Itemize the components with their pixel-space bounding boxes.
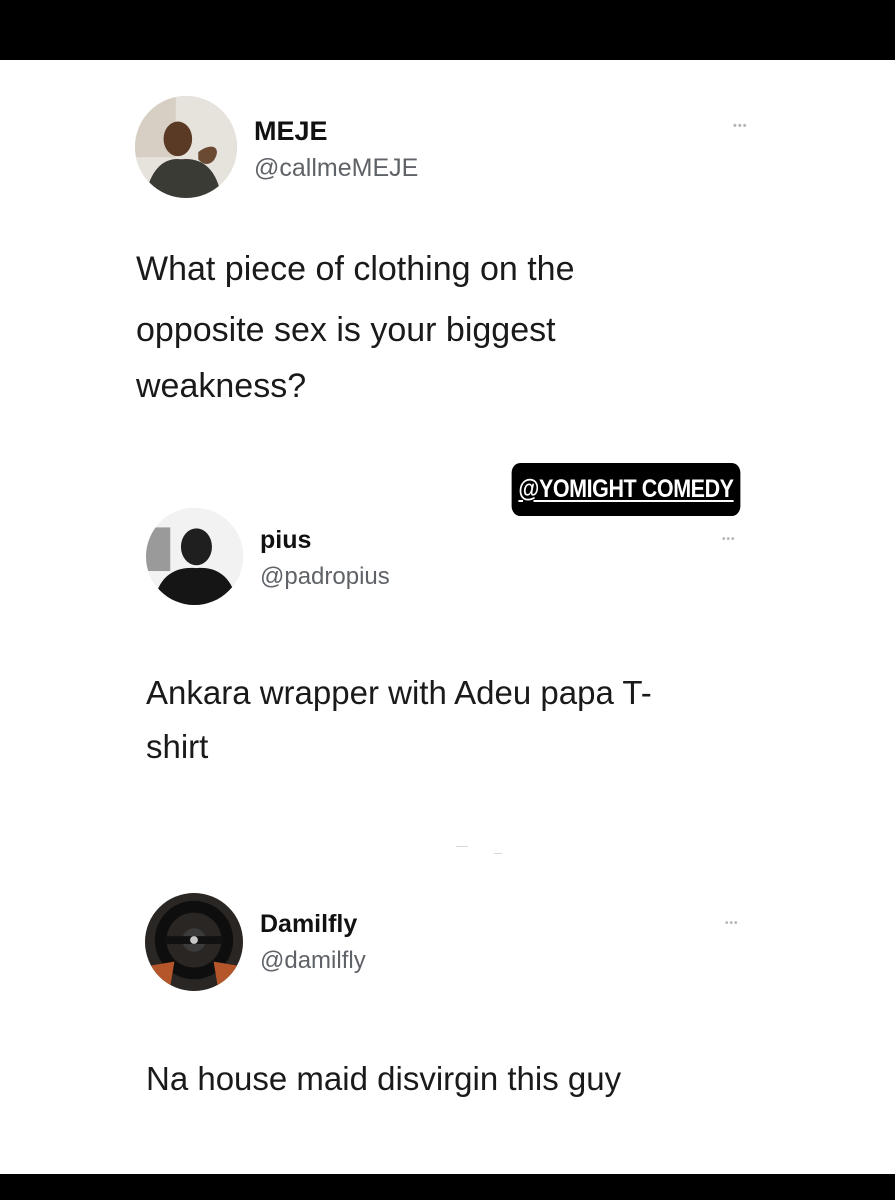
avatar-pius[interactable]: [146, 508, 243, 605]
separator-mark: [456, 846, 468, 847]
tweet-text-pius-line-2: shirt: [146, 728, 209, 765]
avatar-pius-photo: [146, 508, 243, 605]
bottom-black-bar: [0, 1174, 895, 1200]
more-options-icon[interactable]: •••: [722, 534, 736, 545]
separator-mark: [494, 853, 502, 854]
display-name-meje[interactable]: MEJE: [254, 116, 328, 147]
more-options-icon[interactable]: •••: [725, 918, 739, 929]
tweet-text-pius-line-1: Ankara wrapper with Adeu papa T-: [146, 674, 652, 711]
avatar-damilfly[interactable]: [145, 893, 243, 991]
top-black-bar: [0, 0, 895, 60]
screenshot-canvas: [0, 60, 895, 1174]
handle-pius[interactable]: @padropius: [260, 563, 390, 591]
avatar-meje-photo: [135, 96, 237, 198]
display-name-pius[interactable]: pius: [260, 526, 311, 555]
watermark-badge: @YOMIGHT COMEDY: [511, 463, 741, 516]
avatar-meje[interactable]: [135, 96, 237, 198]
tweet-text-damilfly-line-1: Na house maid disvirgin this guy: [146, 1060, 622, 1097]
handle-meje[interactable]: @callmeMEJE: [254, 154, 418, 183]
display-name-damilfly[interactable]: Damilfly: [260, 910, 357, 939]
avatar-damilfly-photo: [145, 893, 243, 991]
tweet-text-meje-line-1: What piece of clothing on the: [136, 250, 575, 288]
handle-damilfly[interactable]: @damilfly: [260, 947, 366, 975]
tweet-text-meje-line-2: opposite sex is your biggest: [136, 311, 556, 349]
more-options-icon[interactable]: •••: [733, 120, 748, 132]
tweet-text-meje-line-3: weakness?: [136, 367, 307, 405]
